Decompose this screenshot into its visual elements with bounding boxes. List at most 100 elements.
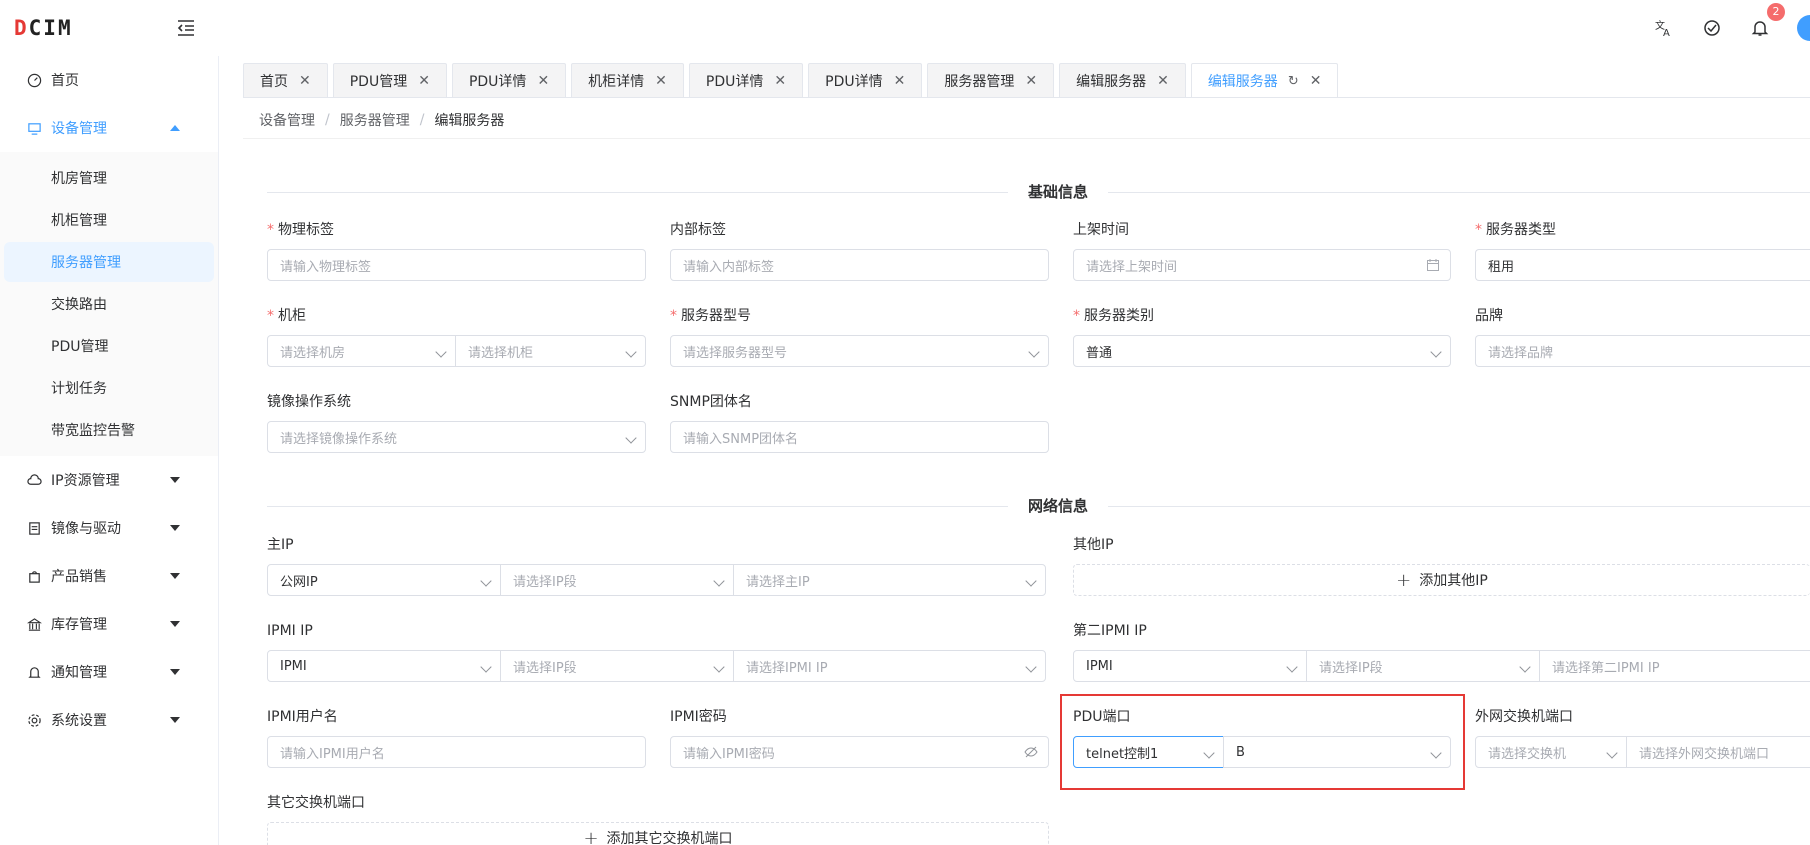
- add-other-ip-button[interactable]: + 添加其他IP: [1073, 564, 1810, 596]
- breadcrumb-item[interactable]: 设备管理: [259, 110, 315, 130]
- close-icon[interactable]: ✕: [894, 73, 906, 89]
- tab-pdu-detail[interactable]: PDU详情 ✕: [451, 63, 567, 98]
- server-category-select[interactable]: 普通: [1073, 335, 1451, 367]
- collapse-sidebar-icon[interactable]: [176, 18, 196, 38]
- close-icon[interactable]: ✕: [1310, 73, 1322, 89]
- chevron-down-icon: [170, 621, 180, 627]
- sidebar-item-cabinet[interactable]: 机柜管理: [4, 200, 214, 240]
- ipmi-ip-type-select[interactable]: IPMI: [267, 650, 501, 682]
- theme-icon[interactable]: [1701, 17, 1723, 39]
- tab-pdu-detail[interactable]: PDU详情 ✕: [808, 63, 923, 98]
- ext-switch-select[interactable]: 请选择交换机: [1475, 736, 1627, 768]
- section-title-basic: 基础信息: [1008, 181, 1109, 202]
- sidebar-item-notify[interactable]: 通知管理: [0, 648, 218, 696]
- add-other-switch-port-button[interactable]: + 添加其它交换机端口: [267, 822, 1049, 845]
- sidebar-item-room[interactable]: 机房管理: [4, 158, 214, 198]
- pdu-control-select[interactable]: telnet控制1: [1073, 736, 1224, 768]
- sidebar-item-image[interactable]: 镜像与驱动: [0, 504, 218, 552]
- chevron-down-icon: [713, 575, 725, 587]
- shopping-bag-icon: [26, 568, 42, 584]
- close-icon[interactable]: ✕: [299, 73, 311, 89]
- internal-tag-input[interactable]: 请输入内部标签: [670, 249, 1049, 281]
- close-icon[interactable]: ✕: [537, 73, 549, 89]
- breadcrumb-item[interactable]: 服务器管理: [340, 110, 410, 130]
- sidebar-item-device-management[interactable]: 设备管理: [0, 104, 218, 152]
- app-root: D CIM 文A 2 首页 设备管理 机房管理 机柜管理 服务器管理 交换路由 …: [0, 0, 1810, 845]
- sidebar-item-label: 库存管理: [51, 617, 107, 633]
- shelf-time-picker[interactable]: 请选择上架时间: [1073, 249, 1451, 281]
- tab-bar: 首页 ✕ PDU管理 ✕ PDU详情 ✕ 机柜详情 ✕ PDU详情 ✕ PDU详情 ✕ 服务…: [243, 62, 1343, 98]
- ipmi-ip-select[interactable]: 请选择IPMI IP: [733, 650, 1046, 682]
- sidebar-item-label: 设备管理: [51, 121, 107, 137]
- tab-pdu-detail[interactable]: PDU详情 ✕: [688, 63, 804, 98]
- chevron-down-icon: [1025, 575, 1037, 587]
- server-type-label: * 服务器类型: [1475, 222, 1556, 238]
- sidebar-item-tasks[interactable]: 计划任务: [4, 368, 214, 408]
- sidebar-item-home[interactable]: 首页: [0, 56, 218, 104]
- chevron-down-icon: [170, 525, 180, 531]
- chevron-down-icon: [1430, 747, 1442, 759]
- brand-select[interactable]: 请选择品牌: [1475, 335, 1810, 367]
- refresh-icon[interactable]: ↻: [1288, 74, 1299, 89]
- notification-badge: 2: [1767, 3, 1785, 21]
- shelf-time-label: 上架时间: [1073, 222, 1129, 238]
- bell-icon[interactable]: 2: [1749, 3, 1785, 39]
- main-ip-type-select[interactable]: 公网IP: [267, 564, 501, 596]
- close-icon[interactable]: ✕: [418, 73, 430, 89]
- snmp-input[interactable]: 请输入SNMP团体名: [670, 421, 1049, 453]
- ipmi-user-label: IPMI用户名: [267, 709, 338, 725]
- ipmi-ip-label: IPMI IP: [267, 623, 313, 639]
- chevron-down-icon: [170, 573, 180, 579]
- sidebar-item-label: 首页: [51, 73, 79, 89]
- tab-edit-server[interactable]: 编辑服务器 ✕: [1059, 63, 1186, 98]
- internal-tag-label: 内部标签: [670, 222, 726, 238]
- ipmi-ip2-select[interactable]: 请选择第二IPMI IP: [1539, 650, 1810, 682]
- tab-server-management[interactable]: 服务器管理 ✕: [927, 63, 1055, 98]
- tab-edit-server-active[interactable]: 编辑服务器 ↻ ✕: [1190, 63, 1339, 98]
- ipmi-ip2-label: 第二IPMI IP: [1073, 623, 1147, 639]
- breadcrumb-divider: [243, 138, 1810, 139]
- breadcrumb: 设备管理 / 服务器管理 / 编辑服务器: [259, 110, 505, 130]
- image-os-select[interactable]: 请选择镜像操作系统: [267, 421, 646, 453]
- room-select[interactable]: 请选择机房: [267, 335, 456, 367]
- bank-icon: [26, 616, 42, 632]
- close-icon[interactable]: ✕: [1157, 73, 1169, 89]
- ipmi-user-input[interactable]: 请输入IPMI用户名: [267, 736, 646, 768]
- close-icon[interactable]: ✕: [774, 73, 786, 89]
- snmp-label: SNMP团体名: [670, 394, 752, 410]
- ipmi-ip-segment-select[interactable]: 请选择IP段: [500, 650, 734, 682]
- sidebar-item-inventory[interactable]: 库存管理: [0, 600, 218, 648]
- sidebar-item-ip[interactable]: IP资源管理: [0, 456, 218, 504]
- main-ip-select[interactable]: 请选择主IP: [733, 564, 1046, 596]
- ipmi-ip2-type-select[interactable]: IPMI: [1073, 650, 1307, 682]
- sidebar-item-switch[interactable]: 交换路由: [4, 284, 214, 324]
- chevron-down-icon: [1519, 661, 1531, 673]
- ext-switch-port-select[interactable]: 请选择外网交换机端口: [1626, 736, 1810, 768]
- avatar[interactable]: [1797, 15, 1810, 41]
- sidebar-item-bandwidth[interactable]: 带宽监控告警: [4, 410, 214, 450]
- eye-hidden-icon[interactable]: [1024, 745, 1038, 759]
- server-type-select[interactable]: 租用: [1475, 249, 1810, 281]
- sidebar-item-server[interactable]: 服务器管理: [4, 242, 214, 282]
- physical-tag-input[interactable]: 请输入物理标签: [267, 249, 646, 281]
- plus-icon: +: [1396, 569, 1412, 591]
- pdu-port-select[interactable]: B: [1223, 736, 1451, 768]
- cabinet-select[interactable]: 请选择机柜: [455, 335, 646, 367]
- server-model-select[interactable]: 请选择服务器型号: [670, 335, 1049, 367]
- close-icon[interactable]: ✕: [1025, 73, 1037, 89]
- sidebar-item-label: IP资源管理: [51, 473, 120, 489]
- translate-icon[interactable]: 文A: [1653, 17, 1675, 39]
- gear-icon: [26, 712, 42, 728]
- sidebar-item-settings[interactable]: 系统设置: [0, 696, 218, 744]
- tab-cabinet-detail[interactable]: 机柜详情 ✕: [571, 63, 684, 98]
- tab-home[interactable]: 首页 ✕: [243, 63, 328, 98]
- tab-pdu-management[interactable]: PDU管理 ✕: [332, 63, 447, 98]
- close-icon[interactable]: ✕: [655, 73, 667, 89]
- ipmi-pass-input[interactable]: 请输入IPMI密码: [670, 736, 1049, 768]
- sidebar-item-pdu[interactable]: PDU管理: [4, 326, 214, 366]
- sidebar-item-sales[interactable]: 产品销售: [0, 552, 218, 600]
- ipmi-ip2-segment-select[interactable]: 请选择IP段: [1306, 650, 1540, 682]
- image-os-label: 镜像操作系统: [267, 394, 351, 410]
- document-icon: [26, 520, 42, 536]
- main-ip-segment-select[interactable]: 请选择IP段: [500, 564, 734, 596]
